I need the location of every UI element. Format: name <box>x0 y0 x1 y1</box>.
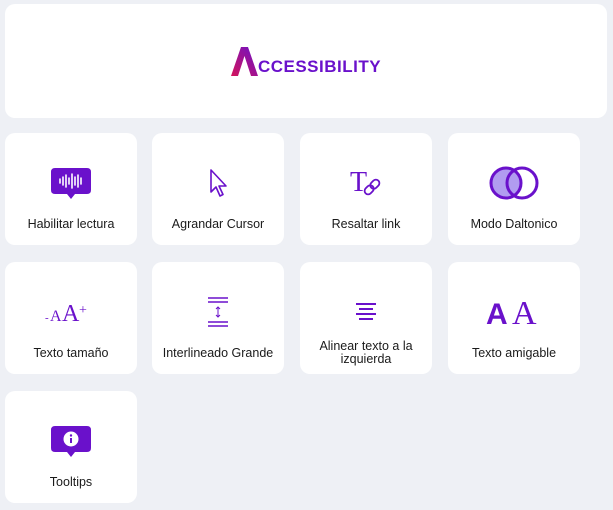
tile-label: Habilitar lectura <box>27 216 115 231</box>
tile-alinear-texto[interactable]: Alinear texto a la izquierda <box>300 262 432 374</box>
audio-message-icon <box>51 168 91 199</box>
align-text-icon <box>356 303 376 320</box>
line-height-icon <box>208 297 228 327</box>
tile-texto-amigable[interactable]: A A Texto amigable <box>448 262 580 374</box>
tile-label: Agrandar Cursor <box>171 216 265 231</box>
logo-a-icon <box>230 46 258 76</box>
svg-text:A: A <box>486 298 508 331</box>
tile-label: Modo Daltonico <box>470 216 558 231</box>
logo-text: CCESSIBILITY <box>257 56 382 76</box>
friendly-font-icon: A A <box>486 295 537 332</box>
tile-label: Resaltar link <box>331 216 401 231</box>
accessibility-logo: CCESSIBILITY <box>230 46 382 76</box>
tile-interlineado-grande[interactable]: Interlineado Grande <box>152 262 284 374</box>
cursor-icon <box>210 169 227 197</box>
overlapping-circles-icon <box>489 166 539 200</box>
tile-modo-daltonico[interactable]: Modo Daltonico <box>448 133 580 245</box>
info-bubble-icon <box>51 426 91 457</box>
svg-text:A: A <box>50 308 62 325</box>
tile-label: Texto tamaño <box>33 345 109 360</box>
tile-tooltips[interactable]: Tooltips <box>5 391 137 503</box>
tile-label: Alinear texto a la izquierda <box>319 339 413 366</box>
tile-texto-tamano[interactable]: - A A + Texto tamaño <box>5 262 137 374</box>
tile-label: Tooltips <box>49 474 93 489</box>
text-link-icon: T <box>350 167 381 198</box>
tile-agrandar-cursor[interactable]: Agrandar Cursor <box>152 133 284 245</box>
svg-text:A: A <box>512 295 537 332</box>
tile-label: Texto amigable <box>471 345 557 360</box>
svg-text:A: A <box>62 301 80 327</box>
svg-text:+: + <box>79 303 87 318</box>
tile-habilitar-lectura[interactable]: Habilitar lectura <box>5 133 137 245</box>
text-size-icon: - A A + <box>45 301 87 327</box>
svg-text:-: - <box>45 312 49 324</box>
tile-resaltar-link[interactable]: T Resaltar link <box>300 133 432 245</box>
accessibility-header: CCESSIBILITY <box>5 4 607 118</box>
tile-label: Interlineado Grande <box>162 345 274 360</box>
